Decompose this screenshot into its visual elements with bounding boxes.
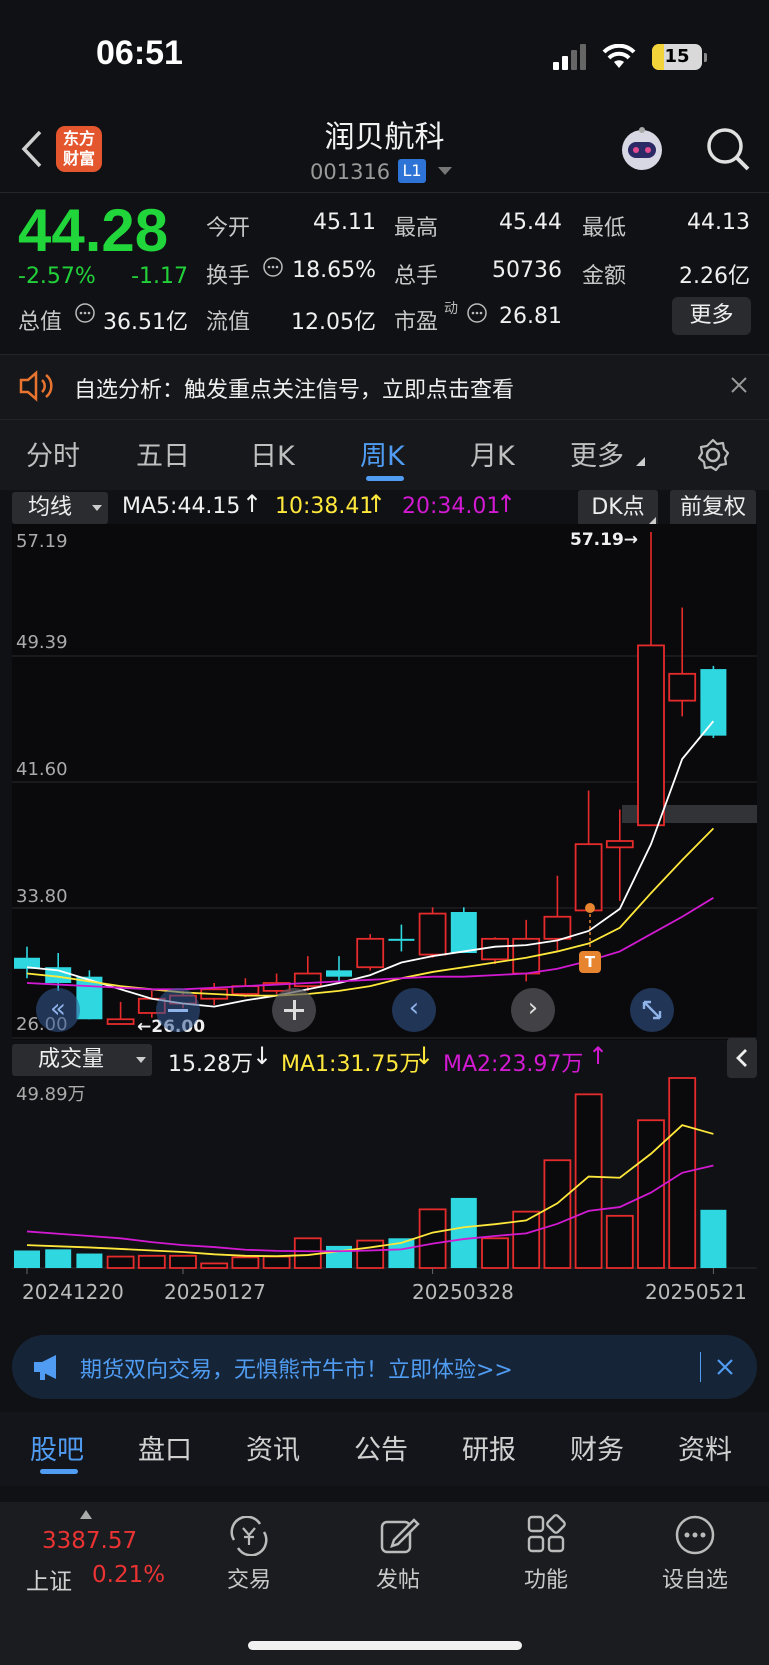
- candle-body: [326, 970, 352, 977]
- banner-text[interactable]: 期货双向交易，无惧熊市牛市！立即体验>>: [80, 1352, 513, 1384]
- volume-current: 15.28万: [168, 1052, 253, 1077]
- trade-icon[interactable]: [228, 1516, 270, 1556]
- ma-line-ma10: [26, 827, 715, 997]
- dropdown-icon: [136, 1057, 146, 1063]
- candle-body: [700, 669, 727, 736]
- arrow-down-icon: ↓: [252, 1042, 273, 1070]
- scroll-right-button[interactable]: ›: [511, 988, 555, 1032]
- t-signal-dot: [585, 903, 595, 913]
- home-indicator: [248, 1641, 522, 1650]
- volume-bar: [106, 1255, 135, 1269]
- nav-trade[interactable]: 交易: [199, 1562, 299, 1594]
- index-change[interactable]: 0.21%: [92, 1562, 165, 1588]
- scroll-left-fast-button[interactable]: «: [36, 988, 80, 1032]
- nav-functions[interactable]: 功能: [496, 1562, 596, 1594]
- volume-bar: [481, 1237, 509, 1269]
- arrow-down-icon: ↓: [414, 1042, 435, 1070]
- tab-pankou[interactable]: 盘口: [138, 1428, 192, 1467]
- megaphone-icon: [34, 1355, 56, 1380]
- volume-bar: [605, 1214, 634, 1269]
- caret-up-icon: [80, 1510, 92, 1519]
- zoom-in-button[interactable]: [272, 988, 316, 1032]
- candle-body: [574, 843, 603, 912]
- minus-icon: [168, 1009, 188, 1012]
- volume-bar: [200, 1262, 229, 1269]
- volume-ma1: MA1:31.75万: [281, 1052, 422, 1077]
- volume-ma2: MA2:23.97万: [443, 1052, 584, 1077]
- kline-chart[interactable]: [0, 0, 769, 1330]
- tab-profile[interactable]: 资料: [678, 1428, 732, 1467]
- close-icon[interactable]: [716, 1358, 734, 1376]
- volume-bar: [14, 1250, 40, 1268]
- candle-body: [450, 912, 477, 954]
- volume-bar: [450, 1197, 477, 1268]
- y-tick-label: 33.80: [16, 886, 68, 907]
- volume-bar: [574, 1093, 603, 1269]
- volume-bar: [326, 1245, 352, 1268]
- nav-post[interactable]: 发帖: [348, 1562, 448, 1594]
- candle-body: [106, 1018, 135, 1025]
- candle-body: [637, 644, 665, 827]
- collapse-panel-button[interactable]: [727, 1038, 757, 1078]
- y-tick-label: 57.19: [16, 531, 68, 552]
- x-tick-label: 20241220: [22, 1280, 124, 1304]
- y-tick-label: 41.60: [16, 759, 68, 780]
- tab-finance[interactable]: 财务: [570, 1428, 624, 1467]
- index-name[interactable]: 上证: [26, 1562, 72, 1596]
- more-dots-icon[interactable]: [674, 1514, 716, 1556]
- volume-bar: [76, 1253, 103, 1268]
- scroll-left-button[interactable]: ‹: [392, 988, 436, 1032]
- expand-icon: [642, 1000, 662, 1020]
- volume-bar: [137, 1254, 166, 1269]
- high-marker: 57.19→: [570, 530, 639, 550]
- volume-selector[interactable]: 成交量: [12, 1044, 152, 1076]
- volume-bar: [262, 1255, 291, 1269]
- volume-bar: [543, 1159, 572, 1269]
- fullscreen-button[interactable]: [630, 988, 674, 1032]
- zoom-out-button[interactable]: [156, 988, 200, 1032]
- volume-bar: [418, 1208, 447, 1269]
- grid-functions-icon[interactable]: [526, 1514, 566, 1554]
- chevron-left-icon: [736, 1049, 747, 1067]
- candle-body: [418, 912, 447, 956]
- nav-add-watchlist[interactable]: 设自选: [645, 1562, 745, 1594]
- candle-body: [388, 938, 415, 941]
- candle-body: [356, 937, 385, 969]
- banner-divider: [700, 1352, 701, 1382]
- tab-research[interactable]: 研报: [462, 1428, 516, 1467]
- tab-announcements[interactable]: 公告: [354, 1428, 408, 1467]
- x-tick-label: 20250521: [645, 1280, 747, 1304]
- candle-body: [605, 840, 634, 849]
- volume-bar: [356, 1239, 385, 1269]
- x-tick-label: 20250328: [412, 1280, 514, 1304]
- tab-news[interactable]: 资讯: [246, 1428, 300, 1467]
- arrow-up-icon: ↑: [588, 1042, 609, 1070]
- y-tick-label: 49.39: [16, 632, 68, 653]
- x-tick-label: 20250127: [164, 1280, 266, 1304]
- volume-bar: [169, 1254, 197, 1269]
- candle-body: [543, 915, 572, 940]
- volume-bar: [231, 1256, 260, 1269]
- tab-guba[interactable]: 股吧: [30, 1428, 84, 1467]
- candle-body: [14, 957, 40, 969]
- edit-post-icon[interactable]: [378, 1514, 420, 1556]
- index-value[interactable]: 3387.57: [42, 1528, 137, 1554]
- active-tab-indicator: [40, 1469, 78, 1474]
- volume-bar: [700, 1209, 727, 1268]
- volume-max-label: 49.89万: [16, 1084, 86, 1105]
- candle-body: [481, 937, 509, 961]
- t-signal-marker[interactable]: T: [579, 951, 601, 973]
- volume-bar: [45, 1249, 72, 1268]
- candle-body: [668, 672, 697, 702]
- volume-bar: [637, 1119, 665, 1269]
